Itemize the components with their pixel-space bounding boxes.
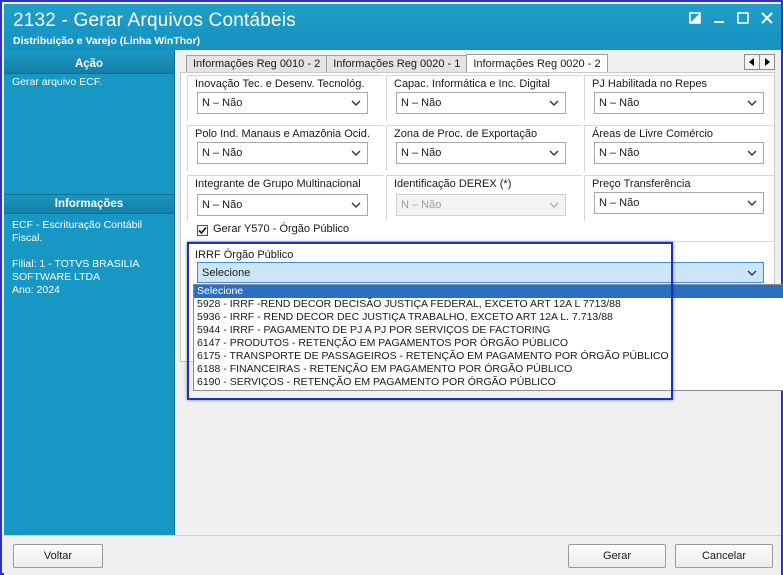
zona-label: Zona de Proc. de Exportação	[394, 128, 538, 140]
inovacao-label: Inovação Tec. e Desenv. Tecnológ.	[195, 78, 365, 90]
capac-label: Capac. Informática e Inc. Digital	[394, 78, 550, 90]
irrf-label: IRRF Órgão Público	[195, 249, 294, 261]
irrf-option[interactable]: 5944 - IRRF - PAGAMENTO DE PJ A PJ POR S…	[194, 324, 783, 337]
tab-scroll-right-icon[interactable]	[759, 54, 775, 70]
chevron-down-icon	[747, 100, 757, 106]
voltar-button[interactable]: Voltar	[13, 544, 103, 568]
irrf-option[interactable]: 5936 - IRRF - REND DECOR DEC JUSTIÇA TRA…	[194, 311, 783, 324]
inovacao-select[interactable]: N – Não	[197, 92, 368, 114]
capac-select[interactable]: N – Não	[396, 92, 566, 114]
tab-strip: Informações Reg 0010 - 2 Informações Reg…	[186, 54, 608, 72]
sidebar-info-text: ECF - Escrituração Contábil Fiscal. Fili…	[12, 219, 143, 296]
zona-value: N – Não	[401, 147, 442, 159]
areas-value: N – Não	[599, 147, 640, 159]
sidebar-info-header: Informações	[4, 194, 174, 214]
pj-repes-value: N – Não	[599, 97, 640, 109]
sidebar: Ação Gerar arquivo ECF. Informações ECF …	[4, 50, 175, 535]
sidebar-acao-text: Gerar arquivo ECF.	[12, 76, 102, 88]
sidebar-info-section: Informações ECF - Escrituração Contábil …	[4, 194, 174, 302]
irrf-option[interactable]: 6147 - PRODUTOS - RETENÇÃO EM PAGAMENTOS…	[194, 337, 783, 350]
irrf-option[interactable]: 6175 - TRANSPORTE DE PASSAGEIROS - RETEN…	[194, 350, 783, 363]
chevron-down-icon	[549, 150, 559, 156]
derex-label: Identificação DEREX (*)	[394, 178, 512, 190]
close-icon[interactable]	[759, 10, 775, 26]
tab-reg-0010-2[interactable]: Informações Reg 0010 - 2	[186, 55, 328, 72]
derex-value: N – Não	[401, 199, 442, 211]
chevron-down-icon	[747, 150, 757, 156]
irrf-option[interactable]: 6188 - FINANCEIRAS - RETENÇÃO EM PAGAMEN…	[194, 363, 783, 376]
gerar-y570-label: Gerar Y570 - Órgão Público	[213, 223, 350, 235]
tab-scroll-buttons	[744, 54, 775, 70]
bottom-bar: Voltar Gerar Cancelar	[4, 535, 781, 575]
integrante-select[interactable]: N – Não	[197, 194, 368, 216]
app-window: 2132 - Gerar Arquivos Contábeis Distribu…	[0, 0, 783, 575]
sidebar-acao-header: Ação	[4, 54, 174, 74]
maximize-icon[interactable]	[735, 10, 751, 26]
polo-label: Polo Ind. Manaus e Amazônia Ocid.	[195, 128, 370, 140]
title-bar: 2132 - Gerar Arquivos Contábeis Distribu…	[4, 4, 781, 50]
pj-repes-select[interactable]: N – Não	[594, 92, 764, 114]
gerar-y570-checkbox[interactable]	[197, 225, 208, 236]
window-controls	[687, 10, 775, 26]
inovacao-value: N – Não	[202, 97, 243, 109]
irrf-select[interactable]: Selecione	[197, 262, 764, 283]
zona-select[interactable]: N – Não	[396, 142, 566, 164]
irrf-option[interactable]: 5928 - IRRF -REND DECOR DECISÃO JUSTIÇA …	[194, 298, 783, 311]
integrante-value: N – Não	[202, 199, 243, 211]
preco-label: Preço Transferência	[592, 178, 691, 190]
irrf-dropdown-list: Selecione 5928 - IRRF -REND DECOR DECISÃ…	[193, 284, 783, 391]
preco-select[interactable]: N – Não	[594, 192, 764, 214]
capac-value: N – Não	[401, 97, 442, 109]
irrf-value: Selecione	[202, 266, 251, 279]
polo-select[interactable]: N – Não	[197, 142, 368, 164]
chevron-down-icon	[351, 202, 361, 208]
chevron-down-icon	[351, 100, 361, 106]
tab-reg-0020-2[interactable]: Informações Reg 0020 - 2	[466, 54, 608, 72]
integrante-label: Integrante de Grupo Multinacional	[195, 178, 361, 190]
cancelar-button[interactable]: Cancelar	[675, 544, 773, 568]
polo-value: N – Não	[202, 147, 243, 159]
tab-reg-0020-1[interactable]: Informações Reg 0020 - 1	[326, 55, 468, 72]
sidebar-acao-section: Ação Gerar arquivo ECF.	[4, 54, 174, 94]
tab-scroll-left-icon[interactable]	[744, 54, 760, 70]
pj-repes-label: PJ Habilitada no Repes	[592, 78, 707, 90]
derex-select: N – Não	[396, 194, 566, 216]
restore-icon[interactable]	[687, 10, 703, 26]
chevron-down-icon	[549, 202, 559, 208]
minimize-icon[interactable]	[711, 10, 727, 26]
gerar-button[interactable]: Gerar	[568, 544, 666, 568]
window-title: 2132 - Gerar Arquivos Contábeis	[13, 10, 296, 31]
checkmark-icon	[198, 226, 207, 235]
areas-select[interactable]: N – Não	[594, 142, 764, 164]
irrf-option[interactable]: Selecione	[194, 285, 783, 298]
chevron-down-icon	[747, 270, 757, 276]
areas-label: Áreas de Livre Comércio	[592, 128, 714, 140]
window-subtitle: Distribuição e Varejo (Linha WinThor)	[13, 35, 201, 47]
chevron-down-icon	[549, 100, 559, 106]
preco-value: N – Não	[599, 197, 640, 209]
irrf-option[interactable]: 6190 - SERVIÇOS - RETENÇÃO EM PAGAMENTO …	[194, 376, 783, 389]
chevron-down-icon	[351, 150, 361, 156]
chevron-down-icon	[747, 200, 757, 206]
